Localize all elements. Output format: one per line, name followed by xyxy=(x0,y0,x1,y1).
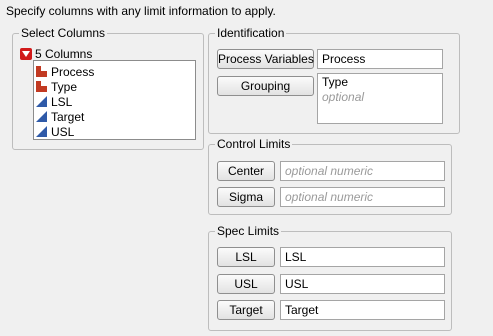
sigma-field[interactable]: optional numeric xyxy=(280,187,445,207)
columns-count-label: 5 Columns xyxy=(35,47,93,61)
continuous-column-icon xyxy=(36,126,47,137)
select-columns-title: Select Columns xyxy=(19,26,108,40)
nominal-column-icon xyxy=(36,66,47,77)
control-limits-panel: Control Limits Center optional numeric S… xyxy=(208,137,452,215)
spec-limits-panel: Spec Limits LSL LSL USL USL Target Targe… xyxy=(208,224,452,331)
sigma-button[interactable]: Sigma xyxy=(217,187,275,207)
columns-list[interactable]: Process Type LSL Target USL xyxy=(33,60,196,140)
continuous-column-icon xyxy=(36,96,47,107)
list-item[interactable]: LSL xyxy=(36,94,72,109)
usl-button[interactable]: USL xyxy=(217,274,275,294)
spec-limits-title: Spec Limits xyxy=(215,224,282,238)
target-field[interactable]: Target xyxy=(280,300,445,320)
list-item[interactable]: USL xyxy=(36,124,74,139)
list-item[interactable]: Target xyxy=(36,109,84,124)
select-columns-panel: Select Columns 5 Columns Process Type LS… xyxy=(12,26,204,150)
control-limits-title: Control Limits xyxy=(215,137,293,151)
nominal-column-icon xyxy=(36,81,47,92)
list-item[interactable]: Process xyxy=(36,64,94,79)
lsl-button[interactable]: LSL xyxy=(217,247,275,267)
column-name: USL xyxy=(51,124,75,139)
instructions-text: Specify columns with any limit informati… xyxy=(6,4,276,18)
list-item[interactable]: Type xyxy=(36,79,77,94)
columns-header[interactable]: 5 Columns xyxy=(20,47,92,61)
center-button[interactable]: Center xyxy=(217,161,275,181)
center-field[interactable]: optional numeric xyxy=(280,161,445,181)
column-name: Type xyxy=(51,79,78,94)
process-variables-button[interactable]: Process Variables xyxy=(217,49,314,69)
target-button[interactable]: Target xyxy=(217,300,275,320)
grouping-button[interactable]: Grouping xyxy=(217,76,314,96)
grouping-list[interactable]: Type optional xyxy=(317,73,443,124)
lsl-field[interactable]: LSL xyxy=(280,247,445,267)
identification-title: Identification xyxy=(215,26,287,40)
column-name: LSL xyxy=(51,94,73,109)
grouping-placeholder: optional xyxy=(322,90,365,104)
usl-field[interactable]: USL xyxy=(280,274,445,294)
column-name: Target xyxy=(51,109,85,124)
grouping-value: Type xyxy=(322,75,349,89)
identification-panel: Identification Process Variables Process… xyxy=(208,26,460,134)
disclosure-triangle-icon[interactable] xyxy=(20,48,32,60)
column-name: Process xyxy=(51,64,95,79)
continuous-column-icon xyxy=(36,111,47,122)
process-variables-field[interactable]: Process xyxy=(317,49,443,69)
